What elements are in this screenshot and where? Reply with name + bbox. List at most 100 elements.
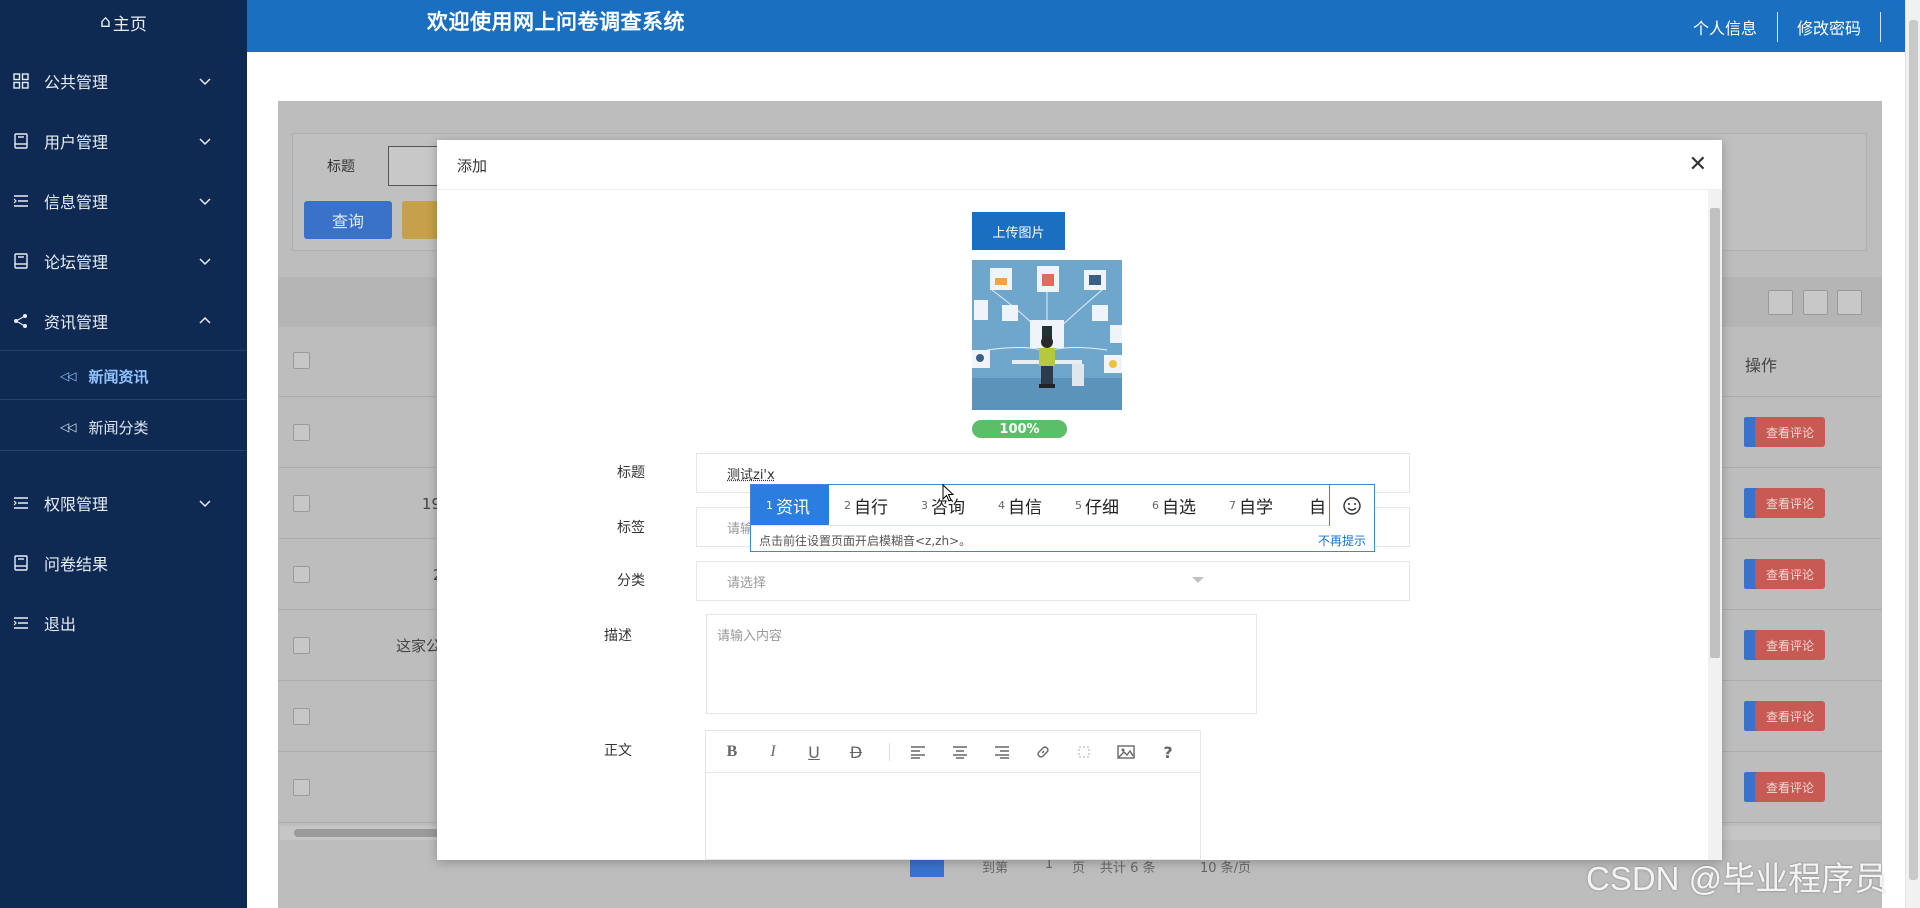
- category-select[interactable]: 请选择: [696, 561, 1410, 601]
- page-scrollbar[interactable]: [1905, 0, 1920, 908]
- view-comments-button[interactable]: 查看评论: [1755, 772, 1825, 802]
- sidebar-subitem-label: 新闻资讯: [88, 367, 149, 386]
- profile-link[interactable]: 个人信息: [1693, 15, 1757, 39]
- ime-candidate-popup: 1 资讯 2 自行 3 咨询 4 自信 5 仔细 6 自选 7 自学 自 点击前往设置页面开启…: [750, 484, 1375, 552]
- scrollbar-thumb[interactable]: [294, 829, 444, 837]
- sidebar-divider: [0, 399, 247, 400]
- unlink-icon[interactable]: [1072, 740, 1096, 764]
- strikethrough-icon[interactable]: D: [844, 740, 868, 764]
- sidebar-item-label: 信息管理: [44, 193, 109, 212]
- view-comments-button[interactable]: 查看评论: [1755, 559, 1825, 589]
- ime-candidate-text: 自选: [1162, 498, 1196, 518]
- home-icon: ⌂: [100, 12, 111, 32]
- bold-icon[interactable]: B: [720, 740, 744, 764]
- ime-hint-text[interactable]: 点击前往设置页面开启模糊音<z,zh>。: [759, 532, 971, 549]
- row-checkbox[interactable]: [293, 708, 310, 725]
- description-textarea[interactable]: 请输入内容: [706, 614, 1257, 714]
- view-comments-button[interactable]: 查看评论: [1755, 701, 1825, 731]
- sidebar-item-info[interactable]: 信息管理: [0, 181, 247, 221]
- ime-candidate-number: 1: [766, 499, 773, 512]
- ime-candidate-text: 自信: [1008, 498, 1042, 518]
- columns-icon[interactable]: [1768, 290, 1793, 315]
- toolbar-divider: [889, 743, 890, 761]
- ime-candidate-text: 自行: [854, 498, 888, 518]
- sidebar-divider: [0, 350, 247, 351]
- sidebar-item-permissions[interactable]: 权限管理: [0, 483, 247, 523]
- export-icon[interactable]: [1803, 290, 1828, 315]
- ime-candidate-number: 7: [1229, 499, 1236, 512]
- scrollbar-thumb[interactable]: [1909, 20, 1918, 880]
- row-checkbox[interactable]: [293, 495, 310, 512]
- row-checkbox[interactable]: [293, 566, 310, 583]
- book-icon: [12, 252, 30, 270]
- query-button[interactable]: 查询: [304, 201, 392, 239]
- ime-dismiss-link[interactable]: 不再提示: [1318, 532, 1366, 549]
- sidebar-subitem-news-info[interactable]: ◁◁ 新闻资讯: [0, 356, 247, 396]
- mouse-cursor-icon: [942, 484, 954, 502]
- emoji-icon[interactable]: [1329, 485, 1374, 526]
- sidebar-home[interactable]: ⌂ 主页: [0, 0, 247, 44]
- uploaded-image-preview: [972, 260, 1122, 410]
- sidebar-item-label: 权限管理: [44, 495, 109, 514]
- sidebar-subitem-news-category[interactable]: ◁◁ 新闻分类: [0, 407, 247, 447]
- ime-candidate[interactable]: 5 仔细: [1060, 485, 1137, 525]
- row-checkbox[interactable]: [293, 637, 310, 654]
- sidebar-item-logout[interactable]: 退出: [0, 603, 247, 643]
- sidebar-item-news[interactable]: 资讯管理: [0, 301, 247, 341]
- ime-candidate-text: 仔细: [1085, 498, 1119, 518]
- sidebar-item-public[interactable]: 公共管理: [0, 61, 247, 101]
- sidebar-item-forum[interactable]: 论坛管理: [0, 241, 247, 281]
- link-icon[interactable]: [1031, 740, 1055, 764]
- sidebar-item-users[interactable]: 用户管理: [0, 121, 247, 161]
- italic-icon[interactable]: I: [761, 740, 785, 764]
- header-divider: [1777, 12, 1778, 42]
- row-checkbox[interactable]: [293, 424, 310, 441]
- sidebar: ⌂ 主页 公共管理 用户管理 信息管理 论坛管理 资讯管理 ◁◁ 新闻资讯 ◁◁…: [0, 0, 247, 908]
- upload-image-button[interactable]: 上传图片: [972, 212, 1065, 250]
- ime-candidate[interactable]: 自: [1291, 485, 1329, 525]
- category-select-placeholder: 请选择: [727, 575, 767, 591]
- search-input[interactable]: [388, 146, 438, 186]
- title-label: 标题: [617, 465, 645, 481]
- close-icon[interactable]: ✕: [1689, 152, 1707, 177]
- sidebar-item-label: 退出: [44, 615, 77, 634]
- pagination-current[interactable]: [910, 857, 944, 877]
- dialog-header: 添加 ✕: [437, 140, 1722, 190]
- print-icon[interactable]: [1837, 290, 1862, 315]
- underline-icon[interactable]: U: [802, 740, 826, 764]
- select-all-checkbox[interactable]: [293, 352, 310, 369]
- align-right-icon[interactable]: [990, 740, 1014, 764]
- dialog-scrollbar[interactable]: [1708, 190, 1722, 860]
- sidebar-item-label: 论坛管理: [44, 253, 109, 272]
- double-chevron-left-icon: ◁◁: [60, 369, 77, 383]
- row-checkbox[interactable]: [293, 779, 310, 796]
- view-comments-button[interactable]: 查看评论: [1755, 417, 1825, 447]
- ime-candidate[interactable]: 4 自信: [983, 485, 1060, 525]
- change-password-link[interactable]: 修改密码: [1797, 15, 1861, 39]
- book-icon: [12, 132, 30, 150]
- list-icon: [12, 494, 30, 512]
- ime-candidate[interactable]: 1 资讯: [751, 485, 829, 525]
- sidebar-item-label: 公共管理: [44, 73, 109, 92]
- ime-candidate[interactable]: 2 自行: [829, 485, 906, 525]
- sidebar-item-survey-results[interactable]: 问卷结果: [0, 543, 247, 583]
- ime-candidate-number: 5: [1075, 499, 1082, 512]
- view-comments-button[interactable]: 查看评论: [1755, 488, 1825, 518]
- ime-candidate[interactable]: 6 自选: [1137, 485, 1214, 525]
- help-icon[interactable]: ?: [1156, 740, 1180, 764]
- view-comments-button[interactable]: 查看评论: [1755, 630, 1825, 660]
- sidebar-item-label: 资讯管理: [44, 313, 109, 332]
- share-icon: [12, 312, 30, 330]
- align-left-icon[interactable]: [906, 740, 930, 764]
- tags-label: 标签: [617, 520, 645, 536]
- title-input-value: 测试zi'x: [727, 467, 775, 483]
- scrollbar-thumb[interactable]: [1710, 208, 1720, 658]
- top-header: 欢迎使用网上问卷调查系统 个人信息 修改密码: [247, 0, 1905, 52]
- body-label: 正文: [604, 743, 632, 759]
- align-center-icon[interactable]: [948, 740, 972, 764]
- ime-candidate[interactable]: 7 自学: [1214, 485, 1291, 525]
- add-button[interactable]: [402, 201, 442, 239]
- rich-text-editor[interactable]: B I U D ?: [705, 730, 1201, 860]
- double-chevron-left-icon: ◁◁: [60, 420, 77, 434]
- image-icon[interactable]: [1114, 740, 1138, 764]
